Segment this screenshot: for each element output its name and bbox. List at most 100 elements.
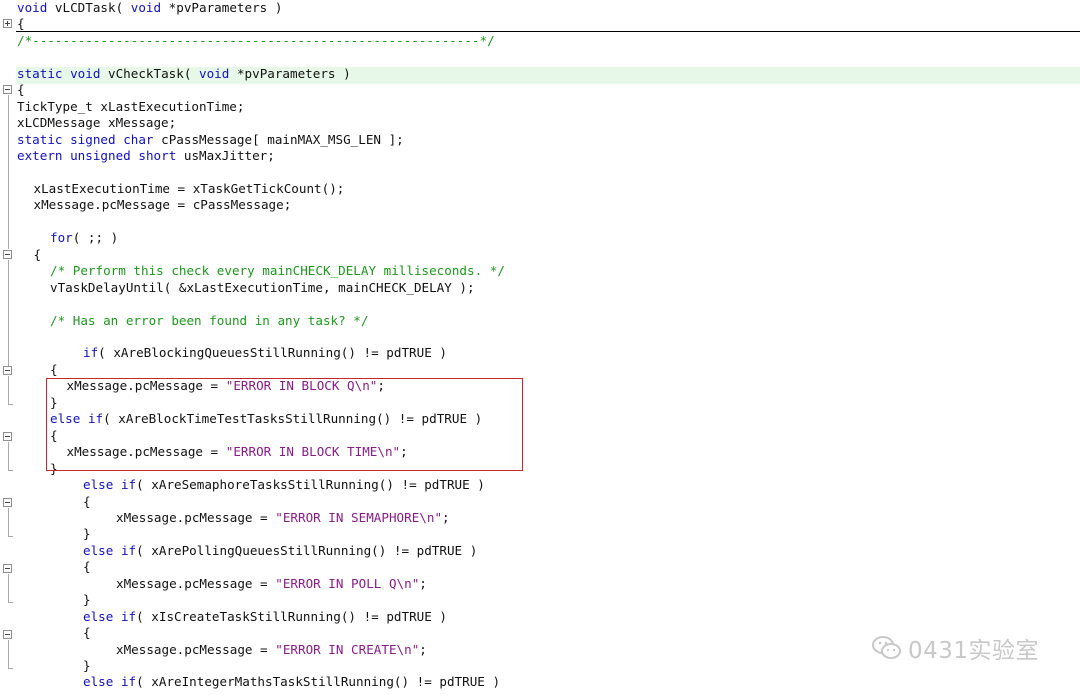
code-line[interactable]: /* Has an error been found in any task? …	[0, 313, 1080, 330]
code-token: xMessage.pcMessage =	[116, 641, 276, 657]
keyword-token: if	[120, 674, 137, 690]
code-token: ( ;; )	[72, 230, 119, 246]
code-line-text: }	[83, 658, 91, 675]
keyword-token: else	[83, 674, 114, 690]
keyword-token: void	[17, 0, 48, 15]
code-line[interactable]: TickType_t xLastExecutionTime;	[0, 99, 1080, 116]
code-line[interactable]: {	[0, 247, 1080, 264]
keyword-token: signed	[70, 131, 116, 147]
fold-guide	[8, 376, 9, 404]
code-line[interactable]: }	[0, 592, 1080, 609]
code-line[interactable]: vTaskDelayUntil( &xLastExecutionTime, ma…	[0, 280, 1080, 297]
code-line-text: static signed char cPassMessage[ mainMAX…	[17, 132, 404, 149]
fold-guide	[8, 95, 9, 249]
code-line[interactable]: else if( xIsCreateTaskStillRunning() != …	[0, 609, 1080, 626]
fold-collapse-icon[interactable]	[3, 498, 12, 507]
keyword-token: void	[70, 65, 101, 81]
keyword-token: extern	[17, 148, 63, 164]
code-token: xMessage.pcMessage = cPassMessage;	[33, 197, 292, 213]
code-line[interactable]: xMessage.pcMessage = "ERROR IN SEMAPHORE…	[0, 510, 1080, 527]
code-line[interactable]	[0, 165, 1080, 182]
code-line[interactable]: else if( xArePollingQueuesStillRunning()…	[0, 543, 1080, 560]
code-line[interactable]: else if( xAreIntegerMathsTaskStillRunnin…	[0, 674, 1080, 691]
code-token: vLCDTask(	[47, 0, 131, 15]
code-line[interactable]: static void vCheckTask( void *pvParamete…	[0, 66, 1080, 83]
fold-collapse-icon[interactable]	[3, 630, 12, 639]
fold-collapse-icon[interactable]	[3, 250, 12, 259]
keyword-token: else	[83, 608, 114, 624]
code-token: xLastExecutionTime = xTaskGetTickCount()…	[33, 180, 345, 196]
code-line-text: xMessage.pcMessage = cPassMessage;	[34, 197, 292, 214]
code-line-text: xLastExecutionTime = xTaskGetTickCount()…	[34, 181, 345, 198]
code-line-text: {	[34, 247, 42, 264]
code-line[interactable]: xMessage.pcMessage = cPassMessage;	[0, 197, 1080, 214]
code-line[interactable]: xMessage.pcMessage = "ERROR IN POLL Q\n"…	[0, 576, 1080, 593]
code-token: TickType_t xLastExecutionTime;	[17, 98, 245, 114]
code-line-text: else if( xAreIntegerMathsTaskStillRunnin…	[83, 674, 500, 691]
wechat-icon	[872, 635, 902, 661]
code-line[interactable]: {	[0, 82, 1080, 99]
code-line-text: {	[50, 362, 58, 379]
code-line[interactable]: {	[0, 559, 1080, 576]
string-token: "ERROR IN SEMAPHORE\n"	[275, 509, 443, 525]
code-line[interactable]	[0, 214, 1080, 231]
code-line[interactable]: xLastExecutionTime = xTaskGetTickCount()…	[0, 181, 1080, 198]
code-token: *pvParameters )	[229, 65, 351, 81]
code-token: }	[83, 592, 91, 608]
code-line[interactable]: {	[0, 362, 1080, 379]
fold-collapse-icon[interactable]	[3, 85, 12, 94]
code-line-text: if( xAreBlockingQueuesStillRunning() != …	[83, 345, 447, 362]
fold-end-marker	[8, 536, 13, 537]
keyword-token: if	[120, 477, 137, 493]
keyword-token: if	[120, 542, 137, 558]
code-line[interactable]: void vLCDTask( void *pvParameters )	[0, 0, 1080, 17]
comment-token: /* Perform this check every mainCHECK_DE…	[50, 263, 505, 279]
code-token: ( xArePollingQueuesStillRunning() != pdT…	[136, 542, 478, 558]
code-token: ;	[419, 641, 427, 657]
keyword-token: else	[83, 477, 114, 493]
code-line[interactable]	[0, 296, 1080, 313]
code-line[interactable]: }	[0, 526, 1080, 543]
fold-collapse-icon[interactable]	[3, 366, 12, 375]
code-token: ( xAreBlockingQueuesStillRunning() != pd…	[98, 345, 447, 361]
fold-end-marker	[8, 668, 13, 669]
fold-collapse-icon[interactable]	[3, 432, 12, 441]
code-token: ;	[442, 509, 450, 525]
code-line[interactable]: extern unsigned short usMaxJitter;	[0, 148, 1080, 165]
fold-guide	[8, 442, 9, 470]
code-line[interactable]: for( ;; )	[0, 230, 1080, 247]
code-line-text: {	[17, 82, 25, 99]
code-line[interactable]: if( xAreBlockingQueuesStillRunning() != …	[0, 345, 1080, 362]
code-editor[interactable]: void vLCDTask( void *pvParameters ){/*--…	[0, 0, 1080, 695]
code-line[interactable]: {	[0, 494, 1080, 511]
code-token: ( xAreSemaphoreTasksStillRunning() != pd…	[136, 477, 485, 493]
code-token: {	[17, 16, 25, 32]
code-line-text: extern unsigned short usMaxJitter;	[17, 148, 275, 165]
fold-guide	[8, 574, 9, 602]
code-line-text: for( ;; )	[50, 230, 118, 247]
code-line[interactable]: {	[0, 16, 1080, 33]
keyword-token: else	[83, 542, 114, 558]
code-line[interactable]: else if( xAreSemaphoreTasksStillRunning(…	[0, 477, 1080, 494]
code-token: ( xAreIntegerMathsTaskStillRunning() != …	[136, 674, 501, 690]
code-line-text: xMessage.pcMessage = "ERROR IN CREATE\n"…	[116, 642, 427, 659]
code-line-text: xMessage.pcMessage = "ERROR IN POLL Q\n"…	[116, 576, 427, 593]
code-line[interactable]	[0, 49, 1080, 66]
fold-collapse-icon[interactable]	[3, 564, 12, 573]
code-line-text: {	[17, 16, 25, 33]
code-line[interactable]: /*--------------------------------------…	[0, 33, 1080, 50]
code-line-text: xLCDMessage xMessage;	[17, 115, 176, 132]
code-line[interactable]: xLCDMessage xMessage;	[0, 115, 1080, 132]
fold-gutter[interactable]	[0, 0, 16, 695]
code-line[interactable]	[0, 329, 1080, 346]
code-line[interactable]: /* Perform this check every mainCHECK_DE…	[0, 263, 1080, 280]
code-token: {	[83, 493, 91, 509]
code-token: ;	[419, 575, 427, 591]
code-line[interactable]: static signed char cPassMessage[ mainMAX…	[0, 132, 1080, 149]
fold-expand-icon[interactable]	[3, 19, 12, 28]
